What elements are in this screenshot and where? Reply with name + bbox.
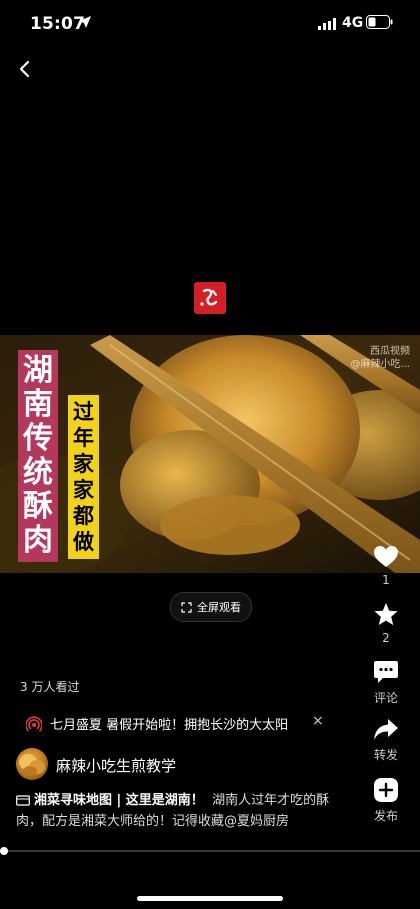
- share-label: 转发: [373, 748, 398, 762]
- favorite-button[interactable]: 2: [361, 602, 411, 645]
- fullscreen-button[interactable]: 全屏观看: [170, 592, 252, 622]
- comment-button[interactable]: 评论: [361, 660, 411, 706]
- title-char: 湖: [23, 353, 53, 388]
- share-button[interactable]: 转发: [361, 718, 411, 763]
- like-count: 1: [382, 573, 390, 587]
- subtitle-char: 过: [73, 400, 94, 424]
- publish-button[interactable]: 发布: [361, 777, 411, 824]
- watermark-line: 西瓜视频: [370, 346, 410, 357]
- home-indicator: [137, 896, 283, 901]
- comment-label: 评论: [373, 691, 398, 705]
- broadcast-icon: [26, 715, 42, 731]
- heart-icon: [374, 546, 398, 567]
- watermark-line: @麻辣小吃...: [350, 359, 410, 370]
- publish-label: 发布: [373, 809, 398, 823]
- plus-icon: [374, 778, 398, 802]
- video-watermark: 西瓜视频 @麻辣小吃...: [350, 345, 410, 371]
- promo-banner[interactable]: 七月盛夏 暑假开始啦！拥抱长沙的大太阳: [26, 714, 288, 733]
- network-type: 4G: [342, 15, 364, 31]
- video-description: 湘菜寻味地图 | 这里是湖南！ 湖南人过年才吃的酥肉，配方是湘菜大师给的！记得收…: [16, 790, 346, 832]
- topic-link[interactable]: 湘菜寻味地图 | 这里是湖南！: [34, 793, 204, 808]
- video-player[interactable]: 湖 南 传 统 酥 肉 过 年 家 家 都 做 西瓜视频 @麻辣小吃...: [0, 335, 420, 573]
- subtitle-char: 都: [73, 504, 94, 528]
- title-char: 统: [23, 455, 53, 490]
- favorite-count: 2: [382, 631, 390, 645]
- location-arrow-icon: [79, 16, 91, 28]
- title-char: 南: [23, 387, 53, 422]
- subtitle-char: 做: [73, 530, 94, 554]
- title-char: 传: [23, 421, 53, 456]
- title-char: 酥: [23, 489, 53, 524]
- signal-icon: [318, 18, 336, 30]
- fullscreen-label: 全屏观看: [197, 601, 241, 614]
- subtitle-char: 家: [73, 452, 94, 476]
- view-count: 3 万人看过: [20, 680, 80, 694]
- close-icon[interactable]: ×: [312, 713, 324, 729]
- subtitle-char: 年: [73, 426, 94, 450]
- promo-text: 七月盛夏 暑假开始啦！拥抱长沙的大太阳: [50, 718, 289, 733]
- subtitle-char: 家: [73, 478, 94, 502]
- fullscreen-icon: [181, 601, 192, 613]
- comment-icon: [374, 661, 398, 683]
- share-arrow-icon: [374, 719, 398, 740]
- author-name[interactable]: 麻辣小吃生煎教学: [56, 755, 176, 776]
- status-time: 15:07: [30, 14, 86, 34]
- star-icon: [374, 603, 398, 625]
- progress-track[interactable]: [0, 850, 420, 852]
- progress-handle[interactable]: [0, 847, 9, 855]
- avatar[interactable]: [16, 748, 48, 780]
- avatar-food-image: [19, 754, 45, 776]
- title-char: 肉: [23, 523, 53, 558]
- like-button[interactable]: 1: [361, 545, 411, 587]
- tv-icon: [16, 795, 30, 806]
- battery-icon: [366, 15, 393, 29]
- back-icon[interactable]: [14, 58, 36, 80]
- changsha-seal-icon: [200, 288, 218, 306]
- video-title-overlay: 湖 南 传 统 酥 肉: [18, 350, 58, 562]
- channel-logo: [194, 282, 226, 314]
- video-subtitle-overlay: 过 年 家 家 都 做: [68, 395, 99, 559]
